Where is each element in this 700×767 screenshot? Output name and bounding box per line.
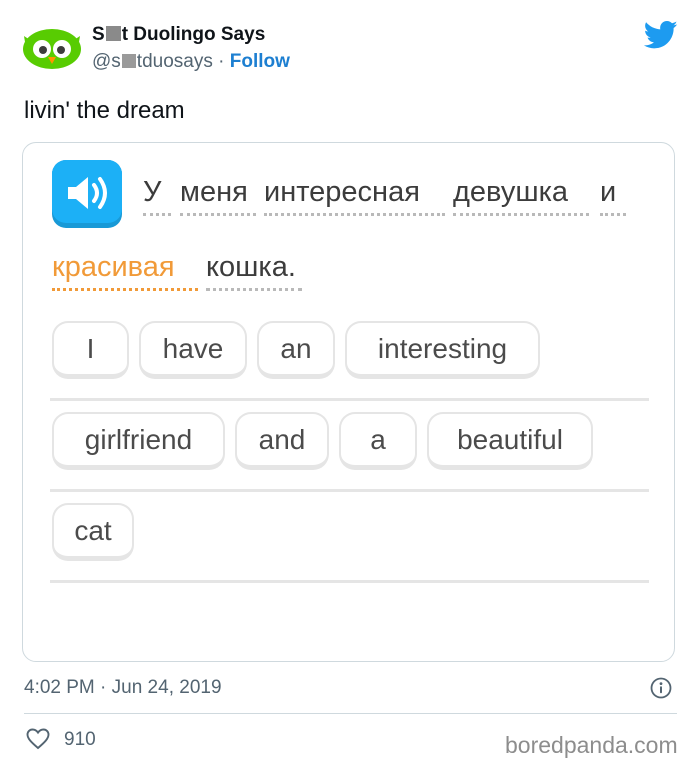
word-tile[interactable]: interesting bbox=[345, 321, 540, 379]
sentence-word[interactable]: и bbox=[600, 176, 616, 209]
speaker-icon[interactable] bbox=[52, 160, 122, 228]
word-tile[interactable]: a bbox=[339, 412, 417, 470]
answer-line bbox=[50, 489, 649, 492]
watermark: boredpanda.com bbox=[505, 732, 678, 758]
separator-dot: · bbox=[218, 51, 225, 72]
answer-line bbox=[50, 580, 649, 583]
word-underline bbox=[180, 213, 256, 216]
follow-button[interactable]: Follow bbox=[230, 51, 290, 72]
redaction-block bbox=[121, 54, 136, 68]
word-tile[interactable]: and bbox=[235, 412, 329, 470]
tweet-text: livin' the dream bbox=[24, 97, 185, 124]
handle-start: @s bbox=[92, 51, 121, 72]
word-underline bbox=[600, 213, 626, 216]
word-underline bbox=[453, 213, 589, 216]
tweet-timestamp[interactable]: 4:02 PM · Jun 24, 2019 bbox=[24, 677, 222, 699]
word-tile[interactable]: an bbox=[257, 321, 335, 379]
word-tile[interactable]: girlfriend bbox=[52, 412, 225, 470]
sentence-word[interactable]: У bbox=[143, 176, 161, 209]
sentence-word[interactable]: интересная bbox=[264, 176, 420, 209]
display-name-start: S bbox=[92, 24, 105, 45]
sentence-word[interactable]: девушка bbox=[453, 176, 568, 209]
sentence-word[interactable]: кошка. bbox=[206, 251, 296, 284]
word-underline bbox=[206, 288, 302, 291]
twitter-bird-icon[interactable] bbox=[644, 20, 678, 50]
handle-end: tduosays bbox=[136, 51, 213, 72]
user-handle: @s tduosays · Follow bbox=[92, 51, 290, 73]
like-count: 910 bbox=[64, 729, 96, 750]
word-tile[interactable]: have bbox=[139, 321, 247, 379]
word-underline-highlighted bbox=[52, 288, 198, 291]
heart-icon[interactable] bbox=[26, 728, 50, 750]
duolingo-owl-icon[interactable] bbox=[22, 22, 82, 72]
redaction-block bbox=[105, 26, 121, 41]
display-name-end: t Duolingo Says bbox=[121, 24, 266, 45]
word-underline bbox=[143, 213, 171, 216]
word-tile[interactable]: cat bbox=[52, 503, 134, 561]
word-underline bbox=[264, 213, 445, 216]
info-icon[interactable] bbox=[650, 677, 672, 699]
display-name[interactable]: St Duolingo Says bbox=[92, 24, 265, 46]
answer-line bbox=[50, 398, 649, 401]
sentence-word[interactable]: меня bbox=[180, 176, 248, 209]
divider bbox=[24, 713, 677, 714]
word-tile[interactable]: beautiful bbox=[427, 412, 593, 470]
sentence-word-highlighted[interactable]: красивая bbox=[52, 251, 175, 284]
word-tile[interactable]: I bbox=[52, 321, 129, 379]
